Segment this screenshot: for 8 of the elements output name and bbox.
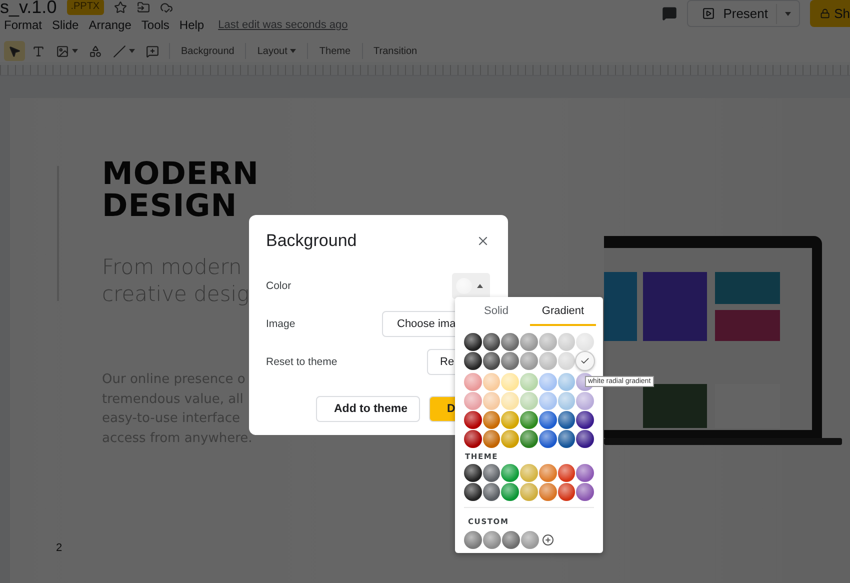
- slide-heading: MODERN: [102, 158, 259, 190]
- row-label: Color: [266, 280, 292, 292]
- row-label: Image: [266, 318, 296, 330]
- page-number: 2: [56, 542, 62, 554]
- file-type-badge: .PPTX: [66, 0, 104, 15]
- dialog-title: Background: [266, 231, 357, 251]
- row-label: Reset to theme: [266, 356, 338, 368]
- slide-heading: DESIGN: [102, 190, 238, 222]
